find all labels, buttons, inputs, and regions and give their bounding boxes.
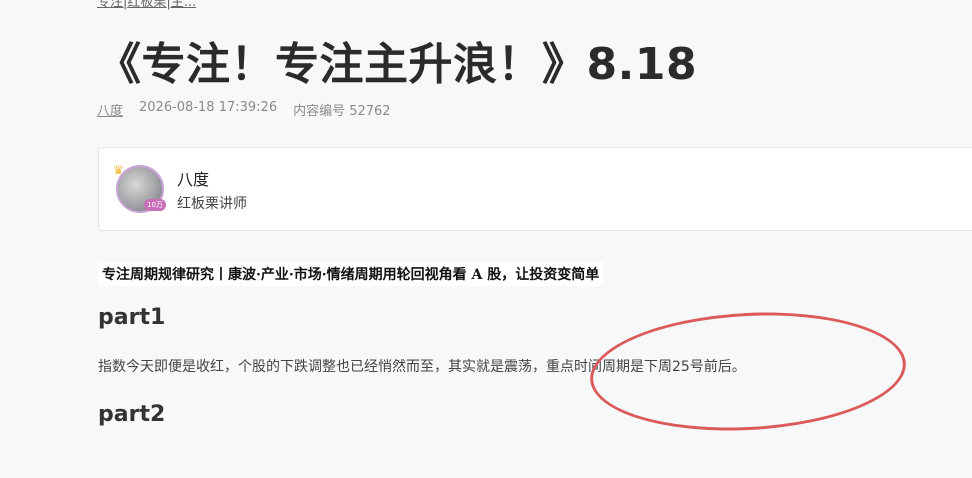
author-card[interactable]: ♛ 10万 八度 红板栗讲师 [98, 147, 972, 231]
section-heading-part2: part2 [98, 402, 166, 427]
article-meta: 八度 2026-08-18 17:39:26 内容编号 52762 [97, 100, 391, 119]
crown-icon: ♛ [113, 163, 124, 177]
breadcrumb[interactable]: 专注|红板栗|主... [97, 0, 196, 10]
meta-datetime: 2026-08-18 17:39:26 [139, 100, 278, 115]
author-name[interactable]: 八度 [177, 166, 209, 190]
page-title: 《专注！专注主升浪！》8.18 [97, 39, 698, 90]
meta-author-link[interactable]: 八度 [97, 100, 123, 119]
meta-content-id: 内容编号 52762 [293, 104, 391, 119]
author-role: 红板栗讲师 [177, 196, 247, 212]
section-paragraph: 指数今天即便是收红，个股的下跌调整也已经悄然而至，其实就是震荡，重点时间周期是下… [98, 359, 746, 375]
tagline: 专注周期规律研究丨康波·产业·市场·情绪周期用轮回视角看 A 股，让投资变简单 [98, 262, 604, 286]
avatar-badge: 10万 [144, 199, 166, 211]
section-heading-part1: part1 [98, 305, 166, 330]
